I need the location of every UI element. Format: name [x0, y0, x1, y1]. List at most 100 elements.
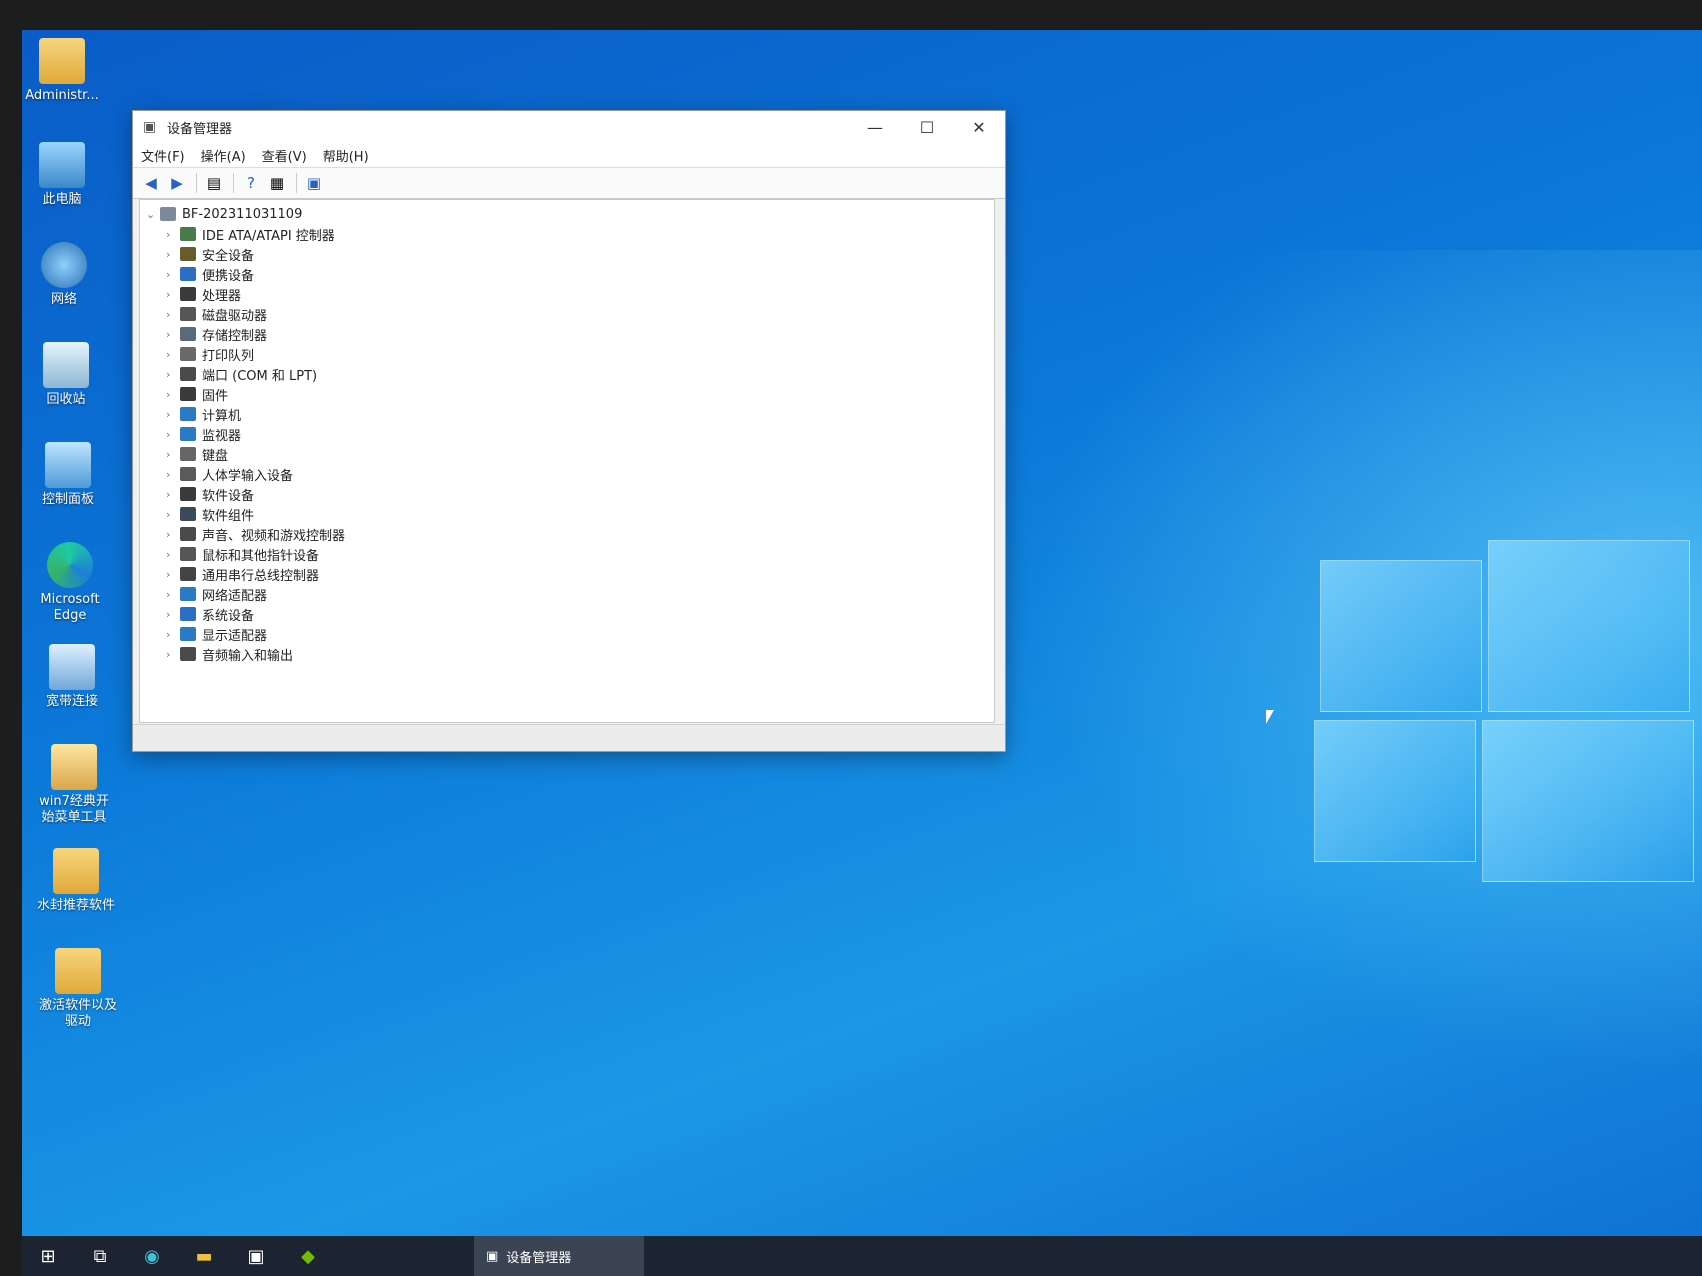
desktop-icon-control-panel[interactable]: 控制面板: [28, 442, 108, 508]
chevron-right-icon[interactable]: ›: [166, 408, 180, 421]
nvidia-icon[interactable]: ◆: [282, 1236, 334, 1276]
maximize-button[interactable]: ☐: [901, 111, 953, 143]
tree-node-label: 通用串行总线控制器: [202, 568, 320, 584]
tree-node-label: 人体学输入设备: [202, 468, 294, 484]
tree-node[interactable]: › IDE ATA/ATAPI 控制器: [140, 224, 994, 244]
chevron-right-icon[interactable]: ›: [166, 308, 180, 321]
tree-node[interactable]: › 鼠标和其他指针设备: [140, 544, 994, 564]
chevron-right-icon[interactable]: ›: [166, 368, 180, 381]
tree-node[interactable]: › 便携设备: [140, 264, 994, 284]
desktop-icon-broadband[interactable]: 宽带连接: [32, 644, 112, 710]
tree-node[interactable]: › 人体学输入设备: [140, 464, 994, 484]
properties-icon[interactable]: ▤: [202, 172, 226, 194]
close-button[interactable]: ✕: [953, 111, 1005, 143]
tree-node[interactable]: › 声音、视频和游戏控制器: [140, 524, 994, 544]
forward-icon[interactable]: ▶: [165, 172, 189, 194]
tree-node[interactable]: › 处理器: [140, 284, 994, 304]
start-icon[interactable]: ⊞: [22, 1236, 74, 1276]
tree-node[interactable]: › 端口 (COM 和 LPT): [140, 364, 994, 384]
tree-node-label: 打印队列: [202, 348, 255, 364]
desktop-icon-this-pc[interactable]: 此电脑: [22, 142, 102, 208]
tree-node-list: › IDE ATA/ATAPI 控制器 › 安全设备 › 便携设备 › 处理器 › 磁盘驱动器 › 存…: [140, 224, 994, 664]
file-explorer-icon[interactable]: ▬: [178, 1236, 230, 1276]
menu-help[interactable]: 帮助(H): [323, 146, 369, 165]
desktop-icon-activation-drivers[interactable]: 激活软件以及驱动: [38, 948, 118, 1030]
tree-node[interactable]: › 键盘: [140, 444, 994, 464]
taskbar-device-manager[interactable]: ▣ 设备管理器: [474, 1236, 644, 1276]
tree-node-label: 监视器: [202, 428, 242, 444]
chevron-right-icon[interactable]: ›: [166, 488, 180, 501]
chevron-right-icon[interactable]: ›: [166, 508, 180, 521]
menu-action[interactable]: 操作(A): [201, 146, 246, 165]
mouse-cursor-icon: [1266, 710, 1274, 724]
chevron-right-icon[interactable]: ›: [166, 268, 180, 281]
chevron-down-icon[interactable]: ⌄: [146, 208, 160, 221]
chevron-right-icon[interactable]: ›: [166, 608, 180, 621]
back-icon[interactable]: ◀: [139, 172, 163, 194]
view-icon[interactable]: ▦: [265, 172, 289, 194]
chevron-right-icon[interactable]: ›: [166, 568, 180, 581]
edge-icon: [47, 542, 93, 588]
title-bar[interactable]: ▣ 设备管理器 — ☐ ✕: [133, 111, 1005, 143]
device-tree[interactable]: ⌄ BF-202311031109 › IDE ATA/ATAPI 控制器 › 安全设…: [139, 199, 995, 723]
chevron-right-icon[interactable]: ›: [166, 588, 180, 601]
tree-node[interactable]: › 安全设备: [140, 244, 994, 264]
chevron-right-icon[interactable]: ›: [166, 348, 180, 361]
chevron-right-icon[interactable]: ›: [166, 328, 180, 341]
tree-node[interactable]: › 通用串行总线控制器: [140, 564, 994, 584]
device-manager-window[interactable]: ▣ 设备管理器 — ☐ ✕ 文件(F) 操作(A) 查看(V) 帮助(H) ◀ …: [132, 110, 1006, 752]
chevron-right-icon[interactable]: ›: [166, 648, 180, 661]
window-title: 设备管理器: [167, 121, 233, 137]
chevron-right-icon[interactable]: ›: [166, 448, 180, 461]
tree-node[interactable]: › 磁盘驱动器: [140, 304, 994, 324]
device-category-icon: [180, 647, 196, 661]
desktop-icon-recycle-bin[interactable]: 回收站: [26, 342, 106, 408]
tree-node[interactable]: › 系统设备: [140, 604, 994, 624]
minimize-button[interactable]: —: [849, 111, 901, 143]
chevron-right-icon[interactable]: ›: [166, 428, 180, 441]
tree-node[interactable]: › 音频输入和输出: [140, 644, 994, 664]
chevron-right-icon[interactable]: ›: [166, 228, 180, 241]
tree-node[interactable]: › 监视器: [140, 424, 994, 444]
desktop: Administr... 此电脑 网络 回收站 控制面板 Microsoft E…: [22, 30, 1702, 1276]
tree-node-label: 软件组件: [202, 508, 255, 524]
chevron-right-icon[interactable]: ›: [166, 548, 180, 561]
chevron-right-icon[interactable]: ›: [166, 388, 180, 401]
menu-view[interactable]: 查看(V): [262, 146, 307, 165]
tree-node[interactable]: › 显示适配器: [140, 624, 994, 644]
tree-root[interactable]: ⌄ BF-202311031109: [140, 204, 994, 224]
desktop-icon-win7-menu-tool[interactable]: win7经典开始菜单工具: [34, 744, 114, 826]
tree-node[interactable]: › 固件: [140, 384, 994, 404]
help-icon[interactable]: ?: [239, 172, 263, 194]
desktop-icon-administrator[interactable]: Administr...: [22, 38, 102, 104]
device-category-icon: [180, 247, 196, 261]
tree-node-label: 网络适配器: [202, 588, 268, 604]
chevron-right-icon[interactable]: ›: [166, 528, 180, 541]
chevron-right-icon[interactable]: ›: [166, 288, 180, 301]
desktop-icon-edge[interactable]: Microsoft Edge: [30, 542, 110, 624]
desktop-icon-recommended-software[interactable]: 水封推荐软件: [36, 848, 116, 914]
tree-node[interactable]: › 存储控制器: [140, 324, 994, 344]
chevron-right-icon[interactable]: ›: [166, 468, 180, 481]
menu-file[interactable]: 文件(F): [141, 146, 185, 165]
tree-node[interactable]: › 网络适配器: [140, 584, 994, 604]
edge-icon[interactable]: ◉: [126, 1236, 178, 1276]
tree-node[interactable]: › 软件组件: [140, 504, 994, 524]
tree-node-label: 计算机: [202, 408, 242, 424]
folder-icon: [53, 848, 99, 894]
tree-node[interactable]: › 打印队列: [140, 344, 994, 364]
desktop-icon-network[interactable]: 网络: [24, 242, 104, 308]
tree-node-label: 鼠标和其他指针设备: [202, 548, 320, 564]
task-view-icon[interactable]: ⧉: [74, 1236, 126, 1276]
scan-hardware-icon[interactable]: ▣: [302, 172, 326, 194]
store-icon[interactable]: ▣: [230, 1236, 282, 1276]
tree-node[interactable]: › 计算机: [140, 404, 994, 424]
chevron-right-icon[interactable]: ›: [166, 628, 180, 641]
device-category-icon: [180, 527, 196, 541]
tree-node[interactable]: › 软件设备: [140, 484, 994, 504]
chevron-right-icon[interactable]: ›: [166, 248, 180, 261]
device-category-icon: [180, 487, 196, 501]
tree-node-label: 固件: [202, 388, 229, 404]
user-folder-icon: [39, 38, 85, 84]
device-category-icon: [180, 307, 196, 321]
